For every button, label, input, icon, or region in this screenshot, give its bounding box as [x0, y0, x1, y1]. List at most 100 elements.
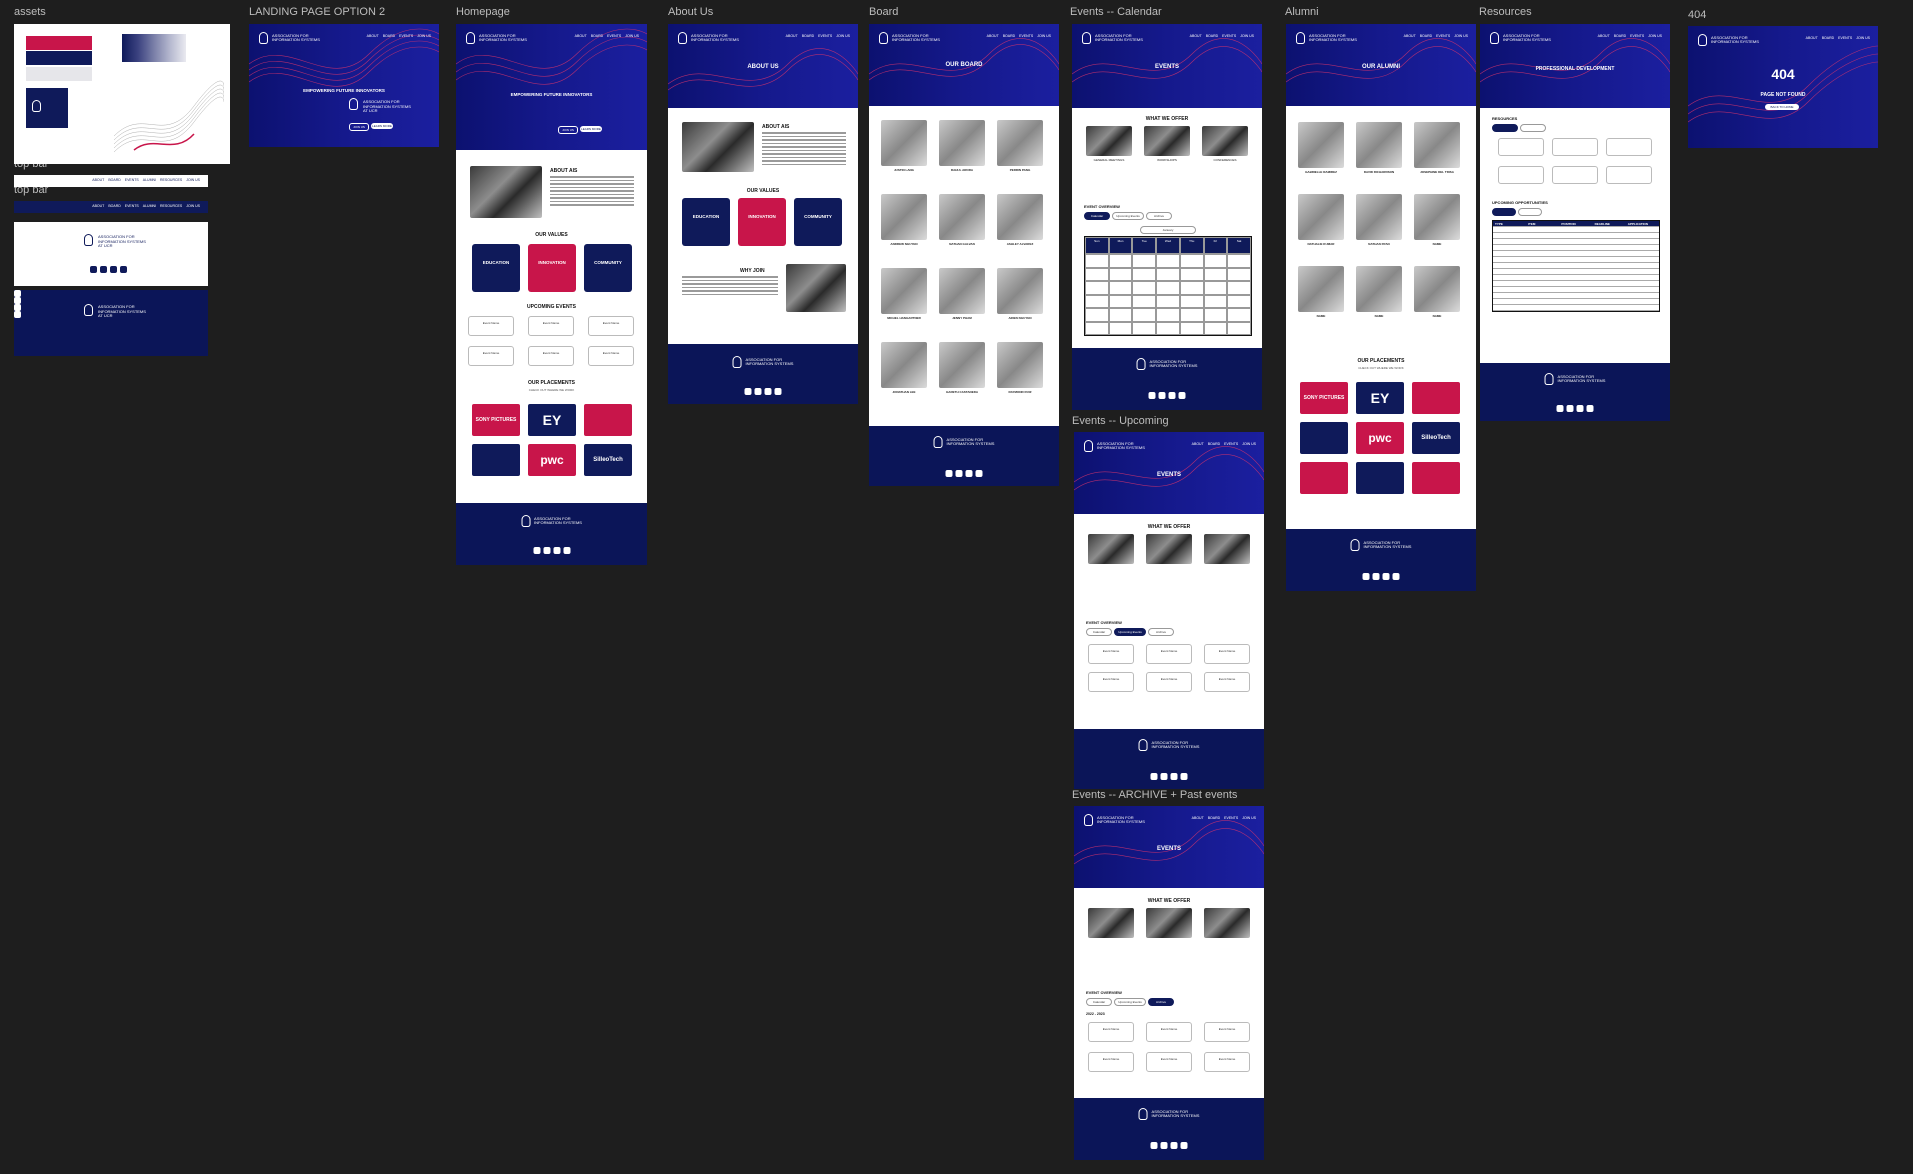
nav-events[interactable]: EVENTS: [399, 34, 413, 38]
nav-board[interactable]: BOARD: [591, 34, 603, 38]
calendar-cell[interactable]: [1179, 254, 1204, 268]
event-card[interactable]: Event Name: [1146, 672, 1192, 692]
nav-events[interactable]: EVENTS: [125, 178, 139, 182]
topbar-navy[interactable]: ABOUT BOARD EVENTS ALUMNI RESOURCES JOIN…: [14, 201, 208, 213]
nav-about[interactable]: ABOUT: [1404, 34, 1416, 38]
calendar-cell[interactable]: [1203, 308, 1228, 322]
instagram-icon[interactable]: [90, 266, 97, 273]
join-button[interactable]: JOIN US: [558, 126, 578, 134]
linkedin-icon[interactable]: [14, 304, 21, 311]
calendar-cell[interactable]: [1108, 294, 1133, 309]
assets-frame[interactable]: [14, 24, 230, 164]
resource-card[interactable]: [1606, 166, 1652, 184]
nav-events[interactable]: EVENTS: [1224, 442, 1238, 446]
mail-icon[interactable]: [754, 388, 762, 395]
nav-join[interactable]: JOIN US: [836, 34, 850, 38]
instagram-icon[interactable]: [1362, 573, 1370, 580]
discord-icon[interactable]: [1392, 573, 1400, 580]
topbar-white[interactable]: ABOUT BOARD EVENTS ALUMNI RESOURCES JOIN…: [14, 175, 208, 187]
nav-board[interactable]: BOARD: [108, 178, 120, 182]
calendar-cell[interactable]: [1108, 321, 1133, 335]
value-card-community[interactable]: COMMUNITY: [584, 244, 632, 292]
calendar-cell[interactable]: [1108, 254, 1133, 268]
board-frame[interactable]: ASSOCIATION FOR INFORMATION SYSTEMS ABOUT…: [869, 24, 1059, 486]
resource-tab[interactable]: [1520, 124, 1546, 132]
nav-join[interactable]: JOIN US: [1454, 34, 1468, 38]
nav-about[interactable]: ABOUT: [786, 34, 798, 38]
nav-join[interactable]: JOIN US: [1242, 442, 1256, 446]
resource-card[interactable]: [1498, 166, 1544, 184]
calendar-cell[interactable]: [1227, 294, 1251, 309]
calendar-cell[interactable]: [1085, 267, 1109, 282]
nav-board[interactable]: BOARD: [1822, 36, 1834, 40]
opportunity-tab[interactable]: [1492, 208, 1516, 216]
tab-upcoming[interactable]: Upcoming Events: [1112, 212, 1144, 220]
instagram-icon[interactable]: [1556, 405, 1564, 412]
resource-card[interactable]: [1606, 138, 1652, 156]
discord-icon[interactable]: [1178, 392, 1186, 399]
nav-board[interactable]: BOARD: [1208, 442, 1220, 446]
instagram-icon[interactable]: [14, 290, 21, 297]
nav-join[interactable]: JOIN US: [1240, 34, 1254, 38]
mail-icon[interactable]: [1160, 1142, 1168, 1149]
calendar-cell[interactable]: [1132, 281, 1157, 295]
discord-icon[interactable]: [774, 388, 782, 395]
nav-about[interactable]: ABOUT: [1806, 36, 1818, 40]
tab-calendar[interactable]: Calendar: [1086, 628, 1112, 636]
nav-join[interactable]: JOIN US: [186, 204, 200, 208]
event-card[interactable]: Event Name: [1204, 672, 1250, 692]
event-card[interactable]: Event Name: [1146, 1052, 1192, 1072]
calendar-cell[interactable]: [1179, 294, 1204, 309]
calendar-cell[interactable]: [1085, 321, 1109, 335]
calendar-cell[interactable]: [1203, 254, 1228, 268]
calendar-cell[interactable]: [1179, 308, 1204, 322]
resource-card[interactable]: [1552, 138, 1598, 156]
join-button[interactable]: JOIN US: [349, 123, 369, 131]
events-calendar-frame[interactable]: ASSOCIATION FOR INFORMATION SYSTEMS ABOUT…: [1072, 24, 1262, 410]
nav-alumni[interactable]: ALUMNI: [143, 178, 156, 182]
calendar-cell[interactable]: [1203, 321, 1228, 335]
nav-events[interactable]: EVENTS: [1019, 34, 1033, 38]
nav-events[interactable]: EVENTS: [1222, 34, 1236, 38]
tab-archive[interactable]: Archive: [1148, 998, 1174, 1006]
calendar-cell[interactable]: [1156, 321, 1180, 335]
discord-icon[interactable]: [1180, 1142, 1188, 1149]
nav-join[interactable]: JOIN US: [1242, 816, 1256, 820]
instagram-icon[interactable]: [945, 470, 953, 477]
nav-about[interactable]: ABOUT: [92, 178, 104, 182]
calendar-cell[interactable]: [1227, 321, 1251, 335]
nav-events[interactable]: EVENTS: [607, 34, 621, 38]
opportunities-table[interactable]: TYPE ITEM POSITION DEADLINE APPLICATION: [1492, 220, 1660, 312]
calendar-cell[interactable]: [1203, 281, 1228, 295]
tab-calendar[interactable]: Calendar: [1086, 998, 1112, 1006]
nav-events[interactable]: EVENTS: [1630, 34, 1644, 38]
month-selector[interactable]: January: [1140, 226, 1196, 234]
instagram-icon[interactable]: [1150, 1142, 1158, 1149]
calendar-cell[interactable]: [1085, 281, 1109, 295]
calendar-cell[interactable]: [1156, 254, 1180, 268]
value-card-community[interactable]: COMMUNITY: [794, 198, 842, 246]
nav-join[interactable]: JOIN US: [417, 34, 431, 38]
linkedin-icon[interactable]: [1168, 392, 1176, 399]
homepage-frame[interactable]: ASSOCIATION FOR INFORMATION SYSTEMS ABOUT…: [456, 24, 647, 565]
instagram-icon[interactable]: [533, 547, 540, 554]
nav-board[interactable]: BOARD: [1420, 34, 1432, 38]
calendar-cell[interactable]: [1132, 254, 1157, 268]
linkedin-icon[interactable]: [1382, 573, 1390, 580]
nav-events[interactable]: EVENTS: [125, 204, 139, 208]
event-card[interactable]: Event Name: [468, 316, 514, 336]
back-home-button[interactable]: BACK TO HOME: [1765, 104, 1799, 110]
mail-icon[interactable]: [1372, 573, 1380, 580]
calendar-cell[interactable]: [1108, 281, 1133, 295]
event-card[interactable]: Event Name: [1088, 644, 1134, 664]
calendar-cell[interactable]: [1227, 281, 1251, 295]
calendar-cell[interactable]: [1179, 321, 1204, 335]
nav-about[interactable]: ABOUT: [367, 34, 379, 38]
calendar-cell[interactable]: [1156, 308, 1180, 322]
event-card[interactable]: Event Name: [528, 316, 574, 336]
calendar-cell[interactable]: [1227, 254, 1251, 268]
resource-card[interactable]: [1552, 166, 1598, 184]
learn-more-button[interactable]: LEARN MORE: [371, 123, 393, 129]
nav-events[interactable]: EVENTS: [1436, 34, 1450, 38]
nav-resources[interactable]: RESOURCES: [160, 204, 182, 208]
